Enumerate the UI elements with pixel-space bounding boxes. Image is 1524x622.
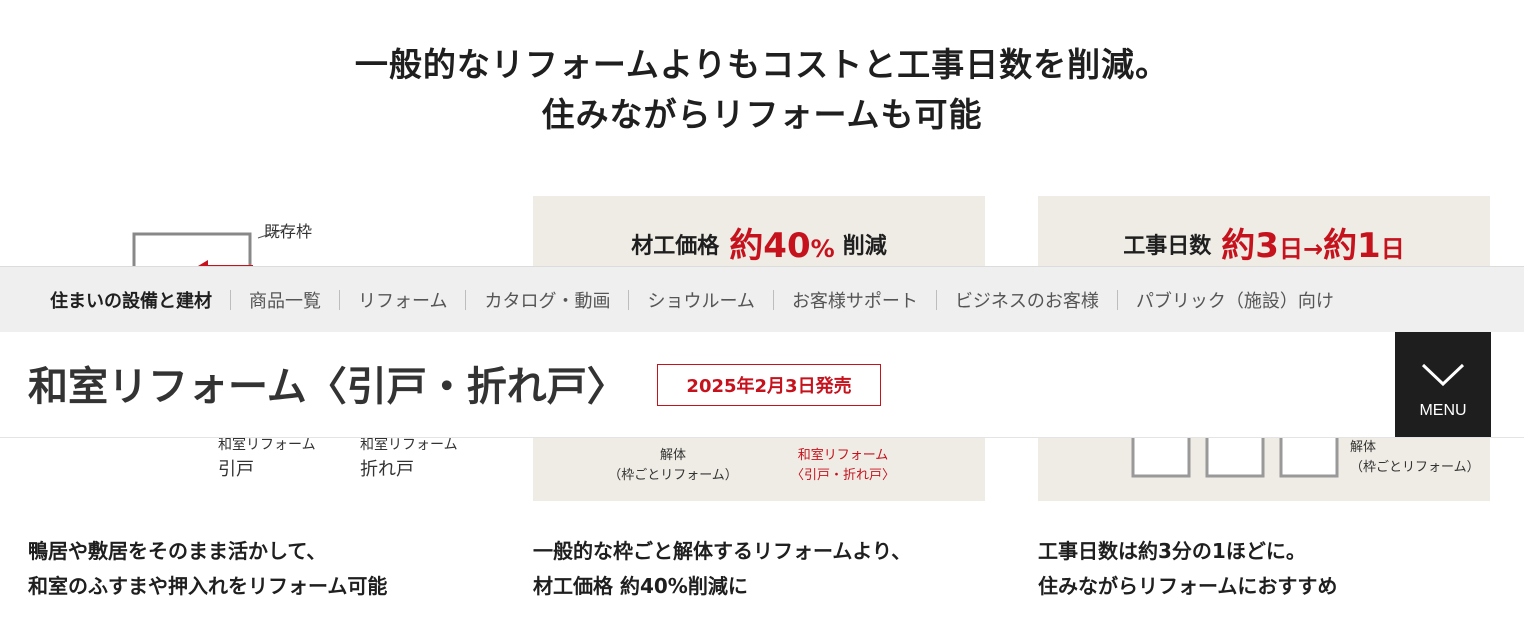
caption-demolition: 解体 （枠ごとリフォーム） (608, 448, 738, 483)
nav-divider (465, 289, 467, 310)
days-heading: 工事日数 約3日→約1日 (1123, 226, 1405, 266)
caption-folding: 和室リフォーム 折れ戸 (360, 437, 458, 481)
hero-heading: 一般的なリフォームよりもコストと工事日数を削減。 住みながらリフォームも可能 (0, 40, 1524, 139)
nav-item-reform[interactable]: リフォーム (358, 287, 447, 313)
nav-item-products[interactable]: 商品一覧 (249, 287, 321, 313)
page-title: 和室リフォーム〈引戸・折れ戸〉 (28, 364, 627, 410)
nav-item-showroom[interactable]: ショウルーム (647, 287, 754, 313)
hero-heading-line2: 住みながらリフォームも可能 (541, 94, 983, 134)
nav-divider (339, 289, 340, 310)
calendar-days-illustration (1131, 434, 1339, 478)
nav-divider (230, 289, 231, 310)
chevron-down-icon (1421, 363, 1465, 387)
nav-item-support[interactable]: お客様サポート (792, 287, 918, 313)
caption-sliding: 和室リフォーム 引戸 (218, 437, 316, 481)
menu-label: MENU (1419, 402, 1467, 419)
caption-demolition-days: 解体 （枠ごとリフォーム） (1350, 440, 1480, 475)
global-nav: 住まいの設備と建材 商品一覧 リフォーム カタログ・動画 ショウルーム お客様サ… (0, 266, 1524, 332)
release-date-badge: 2025年2月3日発売 (657, 364, 881, 406)
caption-washitsu-reform: 和室リフォーム 〈引戸・折れ戸〉 (790, 448, 895, 483)
card-description-3: 工事日数は約3分の1ほどに。 住みながらリフォームにおすすめ (1038, 539, 1338, 598)
nav-divider (935, 289, 937, 310)
hero-heading-line1: 一般的なリフォームよりもコストと工事日数を削減。 (354, 45, 1170, 84)
card-description-1: 鴨居や敷居をそのまま活かして、 和室のふすまや押入れをリフォーム可能 (28, 539, 388, 598)
nav-item-catalog-video[interactable]: カタログ・動画 (484, 287, 610, 313)
menu-button[interactable]: MENU (1395, 332, 1491, 437)
nav-divider (772, 289, 774, 310)
cost-heading: 材工価格 約40% 削減 (631, 226, 887, 266)
nav-divider (1116, 289, 1118, 310)
nav-item-business[interactable]: ビジネスのお客様 (955, 287, 1099, 313)
nav-divider (628, 289, 630, 310)
nav-item-housing-equipment[interactable]: 住まいの設備と建材 (50, 287, 212, 313)
card-description-2: 一般的な枠ごと解体するリフォームより、 材工価格 約40%削減に (533, 539, 912, 598)
nav-item-public-facilities[interactable]: パブリック（施設）向け (1136, 287, 1334, 313)
product-title-bar: 和室リフォーム〈引戸・折れ戸〉 2025年2月3日発売 MENU (0, 332, 1524, 438)
